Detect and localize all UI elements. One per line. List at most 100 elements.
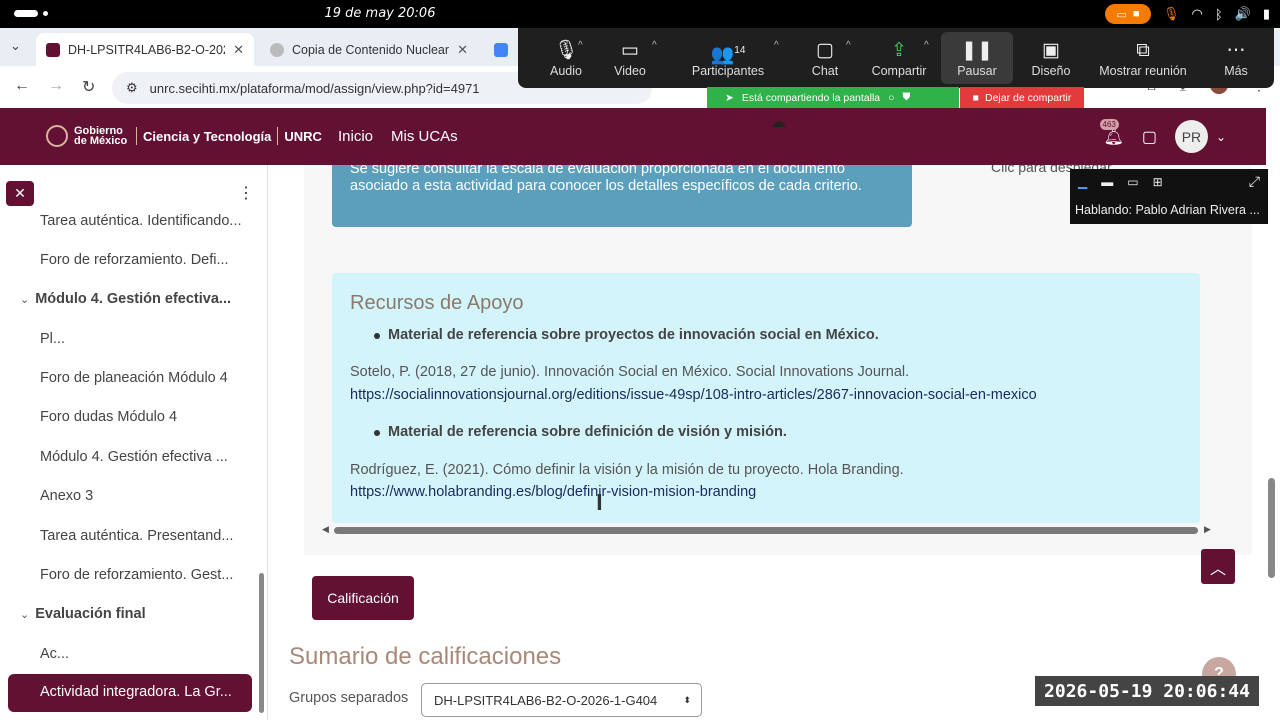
logo-unrc-text: UNRC xyxy=(284,128,322,144)
share-caret-icon[interactable]: ^ xyxy=(924,40,929,51)
sidebar-item[interactable]: Foro de reforzamiento. Gest... xyxy=(40,567,245,583)
tab-title: DH-LPSITR4LAB6-B2-O-202 xyxy=(68,42,226,57)
active-speaker-window[interactable]: ▁ ▬ ▭ ⊞ ⤢ Hablando: Pablo Adrian Rivera … xyxy=(1070,169,1268,224)
system-tray[interactable]: ▭ ■ 🎙 ◠ ᛒ 🔊 ▮ xyxy=(1104,4,1270,24)
sidebar-item[interactable]: Foro de planeación Módulo 4 xyxy=(40,370,245,386)
sidebar-section-evaluacion-final[interactable]: ⌄ Evaluación final xyxy=(20,606,146,622)
forward-arrow-icon[interactable]: → xyxy=(48,77,64,95)
sidebar-item[interactable]: Ac... xyxy=(40,646,245,662)
video-button[interactable]: ▭ Video xyxy=(600,28,660,88)
chevron-down-icon: ⌄ xyxy=(20,609,30,621)
sidebar-item[interactable]: Foro de reforzamiento. Defi... xyxy=(40,252,245,268)
sidebar-item[interactable]: Pl... xyxy=(40,331,245,347)
sidebar-item[interactable]: Tarea auténtica. Identificando... xyxy=(40,213,245,229)
system-clock[interactable]: 19 de may 20:06 xyxy=(0,6,1280,21)
pause-share-button[interactable]: ❚❚ Pausar xyxy=(941,32,1013,84)
close-drawer-button[interactable]: ✕ xyxy=(6,181,34,206)
sidebar-scrollbar[interactable] xyxy=(259,573,264,713)
logo-divider xyxy=(277,127,279,145)
resource-link[interactable]: https://www.holabranding.es/blog/definir… xyxy=(350,484,756,500)
messages-icon[interactable]: ▢ xyxy=(1142,127,1157,147)
close-tab-icon[interactable]: ✕ xyxy=(457,42,468,58)
groups-select[interactable]: DH-LPSITR4LAB6-B2-O-2026-1-G404 ⬍ xyxy=(421,683,702,717)
bullet-dot xyxy=(374,333,380,339)
audio-label: Audio xyxy=(550,64,582,78)
sidebar-item-active[interactable]: Actividad integradora. La Gr... xyxy=(8,674,252,712)
horizontal-scroll-thumb[interactable] xyxy=(334,527,1198,534)
sidebar-item[interactable]: Módulo 4. Gestión efectiva ... xyxy=(40,449,245,465)
bullet-dot xyxy=(374,430,380,436)
back-to-top-button[interactable]: ︿ xyxy=(1201,549,1235,584)
stop-square-icon: ■ xyxy=(1132,8,1140,20)
minimize-icon[interactable]: ▁ xyxy=(1078,175,1087,189)
tab-title: Copia de Contenido Nuclear xyxy=(292,42,450,57)
back-arrow-icon[interactable]: ← xyxy=(14,77,30,95)
grade-button[interactable]: Calificación xyxy=(312,576,414,620)
header-user-area: 🔔︎ 463 ▢ PR ⌄ xyxy=(1099,118,1226,153)
expand-icon[interactable]: ⤢ xyxy=(1249,173,1260,190)
os-top-bar: 19 de may 20:06 ▭ ■ 🎙 ◠ ᛒ 🔊 ▮ xyxy=(0,0,1280,28)
participants-caret-icon[interactable]: ^ xyxy=(774,40,779,51)
notifications-bell-icon[interactable]: 🔔︎ 463 xyxy=(1099,118,1124,147)
gallery-view-icon[interactable]: ⊞ xyxy=(1153,175,1163,189)
sidebar-item[interactable]: Tarea auténtica. Presentand... xyxy=(40,528,245,544)
pause-icon: ❚❚ xyxy=(961,40,993,61)
horizontal-scrollbar[interactable]: ◀ ▶ xyxy=(322,524,1212,536)
site-logo[interactable]: Gobierno de México Ciencia y Tecnología … xyxy=(46,125,322,147)
nav-link-inicio[interactable]: Inicio xyxy=(338,128,373,145)
stop-sharing-label: Dejar de compartir xyxy=(984,91,1072,104)
battery-icon: ▮ xyxy=(1262,6,1270,21)
more-label: Más xyxy=(1224,64,1248,78)
chat-caret-icon[interactable]: ^ xyxy=(846,40,851,51)
browser-tab[interactable]: Copia de Contenido Nuclear ✕ xyxy=(260,33,478,66)
speaker-view-icon[interactable]: ▭ xyxy=(1127,175,1138,189)
show-meeting-label: Mostrar reunión xyxy=(1099,64,1187,78)
more-button[interactable]: ⋯ Más xyxy=(1216,28,1256,88)
stop-sharing-button[interactable]: ■ Dejar de compartir xyxy=(960,87,1084,108)
scroll-left-icon[interactable]: ◀ xyxy=(322,524,329,535)
video-options-caret-icon[interactable]: ^ xyxy=(652,40,657,51)
participants-button[interactable]: 👥14 Participantes xyxy=(686,28,770,88)
sidebar-item[interactable]: Foro dudas Módulo 4 xyxy=(40,409,245,425)
sidebar-section-modulo-4[interactable]: ⌄ Módulo 4. Gestión efectiva... xyxy=(20,291,231,307)
share-label: Compartir xyxy=(871,64,927,78)
thumbnail-icon[interactable]: ▬ xyxy=(1101,175,1113,189)
participants-count: 14 xyxy=(734,45,746,56)
resource-reference: Rodríguez, E. (2021). Cómo definir la vi… xyxy=(350,462,904,478)
wifi-icon: ◠ xyxy=(1191,6,1203,21)
audio-options-caret-icon[interactable]: ^ xyxy=(578,40,583,51)
resource-link[interactable]: https://socialinnovationsjournal.org/edi… xyxy=(350,387,1037,403)
main-content: Se sugiere consultar la escala de evalua… xyxy=(268,165,1280,720)
volume-icon: 🔊 xyxy=(1234,6,1251,21)
drawer-options-kebab-icon[interactable]: ⋮ xyxy=(238,183,254,203)
cast-icon: ▭ xyxy=(1116,8,1127,21)
layout-icon: ▣ xyxy=(1042,40,1060,61)
share-button[interactable]: ⇪ Compartir xyxy=(866,28,932,88)
audio-button[interactable]: 🎙︎ Audio xyxy=(536,28,596,88)
user-avatar[interactable]: PR xyxy=(1174,120,1208,153)
scroll-right-icon[interactable]: ▶ xyxy=(1204,524,1211,535)
tab-search-chevron-icon[interactable]: ⌄ xyxy=(10,38,21,54)
close-tab-icon[interactable]: ✕ xyxy=(233,42,244,58)
chevron-up-icon: ︿ xyxy=(1209,560,1226,578)
resource-bullet: Material de referencia sobre definición … xyxy=(388,424,787,440)
show-meeting-button[interactable]: ⧉ Mostrar reunión xyxy=(1094,28,1192,88)
nav-link-mis-ucas[interactable]: Mis UCAs xyxy=(391,128,458,145)
participants-icon: 👥14 xyxy=(710,44,746,66)
groups-label: Grupos separados xyxy=(289,690,409,706)
reload-icon[interactable]: ↻ xyxy=(82,77,95,97)
section-label: Evaluación final xyxy=(35,606,146,622)
browser-tab-active[interactable]: DH-LPSITR4LAB6-B2-O-202 ✕ xyxy=(36,33,254,66)
layout-button[interactable]: ▣ Diseño xyxy=(1026,28,1076,88)
url-text: unrc.secihti.mx/plataforma/mod/assign/vi… xyxy=(149,80,480,96)
site-settings-icon[interactable]: ⚙ xyxy=(126,80,138,96)
close-icon: ✕ xyxy=(14,185,26,201)
user-menu-chevron-icon[interactable]: ⌄ xyxy=(1216,130,1226,144)
annotation-cursor-icon: ☁ xyxy=(770,114,786,131)
grading-summary-title: Sumario de calificaciones xyxy=(289,643,562,670)
sidebar-item[interactable]: Anexo 3 xyxy=(40,488,245,504)
page-scrollbar[interactable] xyxy=(1268,478,1275,578)
logo-gob-text: Gobierno de México xyxy=(74,125,128,147)
chat-button[interactable]: ▢ Chat xyxy=(802,28,848,88)
screen-share-indicator[interactable]: ▭ ■ xyxy=(1104,4,1151,24)
